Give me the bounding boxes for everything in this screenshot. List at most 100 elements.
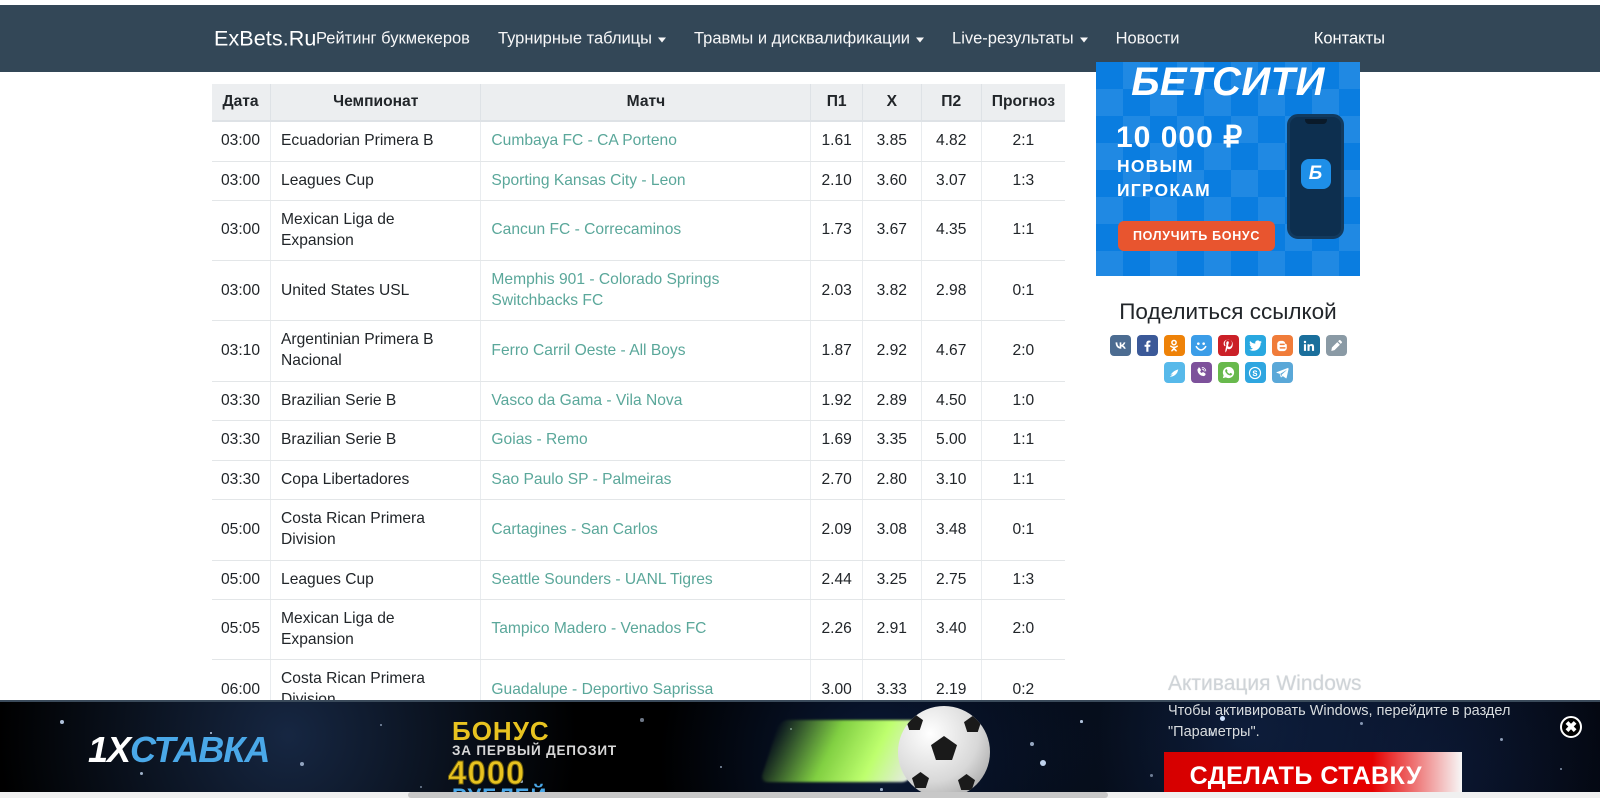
share-button-tumblr-bird[interactable]: [1164, 362, 1185, 383]
cell-champion: Argentinian Primera B Nacional: [271, 321, 481, 381]
cell-odd-p2: 4.35: [921, 201, 981, 261]
cell-forecast: 1:1: [981, 460, 1065, 500]
match-link[interactable]: Cumbaya FC - CA Porteno: [491, 132, 676, 149]
cell-odd-p1: 2.70: [811, 460, 862, 500]
cell-match[interactable]: Vasco da Gama - Vila Nova: [481, 381, 811, 421]
nav-item-news[interactable]: Новости: [1102, 29, 1194, 48]
star-dot: [420, 786, 422, 788]
match-link[interactable]: Vasco da Gama - Vila Nova: [491, 392, 682, 409]
scrollbar-thumb[interactable]: [408, 792, 1108, 798]
cell-champion: Mexican Liga de Expansion: [271, 600, 481, 660]
blogger-icon: [1275, 339, 1289, 353]
cell-odd-p2: 3.07: [921, 161, 981, 201]
cell-champion: Mexican Liga de Expansion: [271, 201, 481, 261]
matches-table-container: Дата Чемпионат Матч П1 X П2 Прогноз 03:0…: [212, 84, 1065, 798]
match-link[interactable]: Memphis 901 - Colorado Springs Switchbac…: [491, 271, 719, 309]
cell-date: 05:00: [212, 560, 271, 600]
column-header-p2[interactable]: П2: [921, 84, 981, 121]
betcity-app-logo: Б: [1301, 159, 1331, 189]
share-button-viber[interactable]: [1191, 362, 1212, 383]
cell-match[interactable]: Memphis 901 - Colorado Springs Switchbac…: [481, 261, 811, 321]
match-link[interactable]: Cartagines - San Carlos: [491, 521, 657, 538]
cell-match[interactable]: Goias - Remo: [481, 421, 811, 461]
star-dot: [1560, 768, 1562, 770]
column-header-forecast[interactable]: Прогноз: [981, 84, 1065, 121]
primary-navigation: Рейтинг букмекеров Турнирные таблицы Тра…: [316, 29, 1193, 48]
share-button-telegram[interactable]: [1272, 362, 1293, 383]
nav-item-tournament-tables[interactable]: Турнирные таблицы: [484, 29, 680, 48]
star-dot: [300, 762, 304, 766]
share-button-linkedin[interactable]: [1299, 335, 1320, 356]
share-button-skype[interactable]: [1245, 362, 1266, 383]
match-link[interactable]: Cancun FC - Correcaminos: [491, 221, 681, 238]
table-row: 05:00 Costa Rican Primera Division Cartagi…: [212, 500, 1065, 560]
share-button-facebook[interactable]: [1137, 335, 1158, 356]
share-button-twitter[interactable]: [1245, 335, 1266, 356]
cell-forecast: 1:1: [981, 201, 1065, 261]
column-header-date[interactable]: Дата: [212, 84, 271, 121]
share-buttons-group: [1096, 335, 1360, 383]
cell-match[interactable]: Seattle Sounders - UANL Tigres: [481, 560, 811, 600]
cell-match[interactable]: Cancun FC - Correcaminos: [481, 201, 811, 261]
cell-odd-p1: 2.10: [811, 161, 862, 201]
close-icon[interactable]: ✖: [1560, 716, 1582, 738]
share-button-odnoklassniki[interactable]: [1164, 335, 1185, 356]
share-button-vk[interactable]: [1110, 335, 1131, 356]
horizontal-scrollbar[interactable]: [0, 792, 1600, 798]
livejournal-icon: [1329, 339, 1343, 353]
nav-item-injuries-suspensions[interactable]: Травмы и дисквалификации: [680, 29, 938, 48]
share-button-pinterest[interactable]: [1218, 335, 1239, 356]
share-button-whatsapp[interactable]: [1218, 362, 1239, 383]
chevron-down-icon: [916, 37, 924, 42]
table-row: 03:30 Brazilian Serie B Goias - Remo 1.69 3.…: [212, 421, 1065, 461]
cell-odd-x: 3.60: [862, 161, 921, 201]
betcity-banner-ad[interactable]: БЕТСИТИ 10 000 ₽ НОВЫМ ИГРОКАМ ПОЛУЧИТЬ …: [1096, 62, 1360, 276]
cell-odd-x: 3.25: [862, 560, 921, 600]
cell-match[interactable]: Ferro Carril Oeste - All Boys: [481, 321, 811, 381]
share-button-moimir[interactable]: [1191, 335, 1212, 356]
match-link[interactable]: Sporting Kansas City - Leon: [491, 172, 685, 189]
cell-date: 03:30: [212, 460, 271, 500]
viber-icon: [1194, 365, 1208, 380]
match-link[interactable]: Sao Paulo SP - Palmeiras: [491, 471, 671, 488]
cell-odd-p2: 2.98: [921, 261, 981, 321]
cell-date: 03:00: [212, 261, 271, 321]
nav-item-bookmaker-rating[interactable]: Рейтинг букмекеров: [316, 29, 484, 48]
column-header-champion[interactable]: Чемпионат: [271, 84, 481, 121]
column-header-match[interactable]: Матч: [481, 84, 811, 121]
cell-match[interactable]: Tampico Madero - Venados FC: [481, 600, 811, 660]
cell-date: 03:00: [212, 161, 271, 201]
share-button-livejournal[interactable]: [1326, 335, 1347, 356]
cell-match[interactable]: Cartagines - San Carlos: [481, 500, 811, 560]
nav-item-contacts[interactable]: Контакты: [1314, 29, 1385, 48]
nav-item-live-results[interactable]: Live-результаты: [938, 29, 1102, 48]
table-row: 03:00 Leagues Cup Sporting Kansas City - L…: [212, 161, 1065, 201]
star-dot: [140, 772, 143, 775]
cell-odd-x: 3.82: [862, 261, 921, 321]
skype-icon: [1248, 366, 1262, 380]
cell-odd-p1: 2.03: [811, 261, 862, 321]
star-dot: [60, 720, 64, 724]
bottom-sticky-ad-1xstavka[interactable]: 1XСТАВКА БОНУС ЗА ПЕРВЫЙ ДЕПОЗИТ 4000 РУ…: [0, 700, 1600, 798]
match-link[interactable]: Ferro Carril Oeste - All Boys: [491, 342, 685, 359]
cell-odd-p1: 1.69: [811, 421, 862, 461]
site-brand-logo[interactable]: ExBets.Ru: [214, 26, 316, 51]
column-header-p1[interactable]: П1: [811, 84, 862, 121]
match-link[interactable]: Seattle Sounders - UANL Tigres: [491, 571, 712, 588]
column-header-x[interactable]: X: [862, 84, 921, 121]
cell-odd-x: 3.35: [862, 421, 921, 461]
match-link[interactable]: Guadalupe - Deportivo Saprissa: [491, 681, 713, 698]
linkedin-icon: [1302, 339, 1316, 353]
cell-match[interactable]: Sao Paulo SP - Palmeiras: [481, 460, 811, 500]
cell-match[interactable]: Sporting Kansas City - Leon: [481, 161, 811, 201]
cell-odd-p2: 3.40: [921, 600, 981, 660]
tumblr-bird-icon: [1167, 366, 1182, 380]
cell-odd-p2: 2.75: [921, 560, 981, 600]
star-dot: [1150, 774, 1153, 777]
share-button-blogger[interactable]: [1272, 335, 1293, 356]
match-link[interactable]: Goias - Remo: [491, 431, 587, 448]
star-dot: [1220, 716, 1225, 721]
banner-get-bonus-button[interactable]: ПОЛУЧИТЬ БОНУС: [1118, 221, 1275, 251]
match-link[interactable]: Tampico Madero - Venados FC: [491, 620, 706, 637]
cell-match[interactable]: Cumbaya FC - CA Porteno: [481, 121, 811, 161]
